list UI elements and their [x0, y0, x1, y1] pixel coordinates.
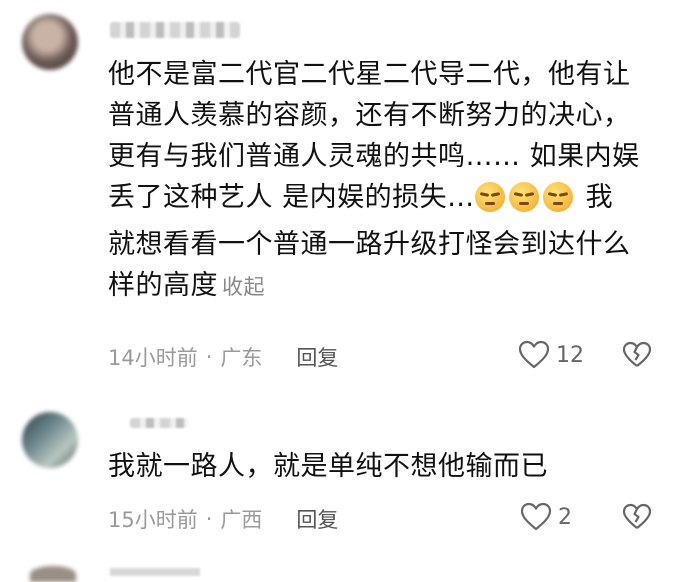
timestamp: 15小时前 — [108, 508, 198, 532]
comment-line-segment: 样的高度 — [108, 270, 218, 301]
comment-line: 更有与我们普通人灵魂的共鸣…… 如果内娱 — [108, 141, 640, 172]
username-blurred[interactable] — [110, 568, 200, 576]
comment-text: 我就一路人，就是单纯不想他输而已 — [108, 446, 668, 487]
comment-meta: 14小时前 · 广东 回复 — [108, 342, 338, 372]
location: 广东 — [220, 346, 263, 370]
squint-smirk-emoji-icon — [542, 182, 573, 212]
comment-line: 丢了这种艺人 是内娱的损失… 我 — [108, 177, 668, 224]
squint-smirk-emoji-icon — [474, 182, 505, 212]
comment-line: 我就一路人，就是单纯不想他输而已 — [108, 451, 548, 482]
dislike-button[interactable] — [622, 503, 652, 531]
avatar[interactable] — [22, 14, 78, 70]
comment-line: 样的高度 收起 — [108, 265, 668, 308]
comment-line: 他不是富二代官二代星二代导二代，他有让 — [108, 59, 631, 90]
reply-button[interactable]: 回复 — [296, 342, 338, 372]
comment-text: 他不是富二代官二代星二代导二代，他有让 普通人羡慕的容颜，还有不断努力的决心， … — [108, 54, 668, 308]
avatar[interactable] — [30, 566, 76, 582]
comment-line-segment: 丢了这种艺人 是内娱的损失… — [108, 182, 475, 213]
heart-icon — [518, 340, 550, 369]
comment-actions: 12 — [518, 340, 652, 370]
timestamp: 14小时前 — [108, 346, 198, 370]
comment-line: 普通人羡慕的容颜，还有不断努力的决心， — [108, 100, 631, 131]
like-button[interactable]: 12 — [518, 340, 584, 370]
heart-icon — [520, 502, 552, 531]
like-count: 2 — [558, 504, 572, 530]
broken-heart-icon — [622, 341, 652, 367]
emoji-group — [474, 182, 577, 224]
separator: · — [205, 345, 213, 369]
comment-meta: 15小时前 · 广西 回复 — [108, 504, 338, 534]
comment-actions: 2 — [520, 502, 652, 532]
reply-button[interactable]: 回复 — [296, 504, 338, 534]
comment-line: 就想看看一个普通一路升级打怪会到达什么 — [108, 229, 631, 260]
broken-heart-icon — [622, 503, 652, 529]
squint-smirk-emoji-icon — [508, 182, 539, 212]
comment-item: 他不是富二代官二代星二代导二代，他有让 普通人羡慕的容颜，还有不断努力的决心， … — [0, 0, 690, 390]
comment-item: 我就一路人，就是单纯不想他输而已 15小时前 · 广西 回复 2 — [0, 390, 690, 560]
comment-line-segment: 我 — [576, 182, 614, 213]
avatar[interactable] — [22, 412, 78, 468]
dislike-button[interactable] — [622, 341, 652, 369]
username-blurred[interactable] — [110, 22, 240, 38]
separator: · — [205, 507, 213, 531]
username-blurred[interactable] — [130, 418, 188, 428]
like-button[interactable]: 2 — [520, 502, 584, 532]
like-count: 12 — [556, 342, 584, 368]
location: 广西 — [220, 508, 263, 532]
collapse-link[interactable]: 收起 — [222, 275, 265, 299]
